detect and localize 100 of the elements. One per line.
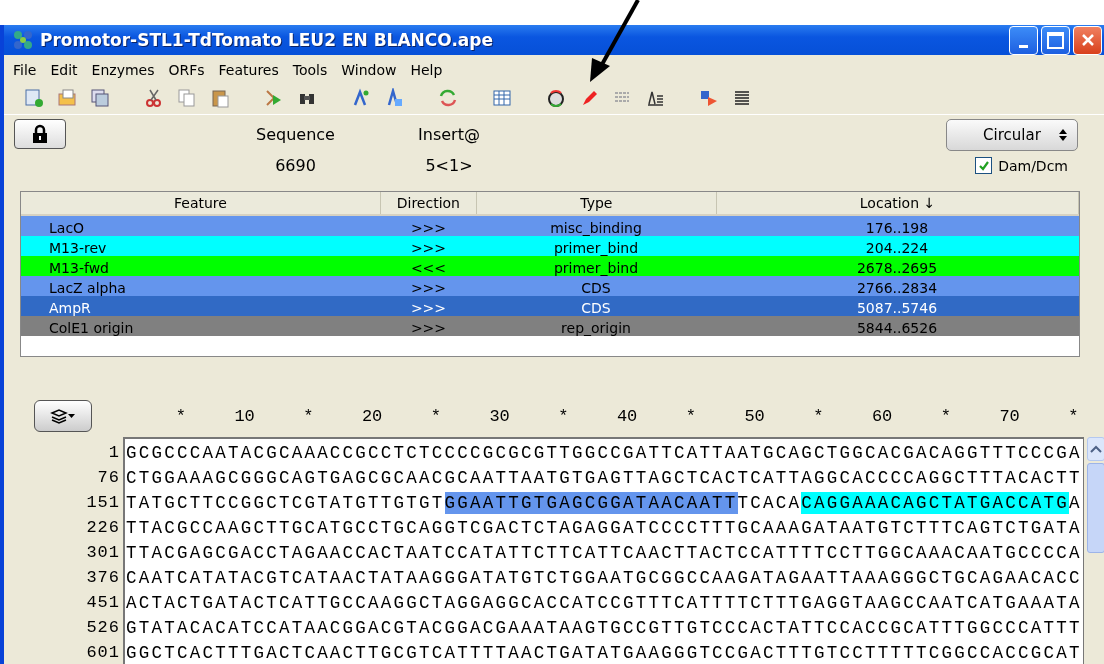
ruler-label: 60	[870, 406, 894, 426]
table-cell-text: >>>	[409, 220, 448, 236]
lines-icon[interactable]	[732, 88, 752, 108]
close-icon	[1079, 32, 1096, 48]
menu-item[interactable]: Edit	[43, 62, 85, 78]
table-cell-text: 5844..6526	[855, 320, 939, 336]
table-icon[interactable]	[492, 88, 512, 108]
menu-item[interactable]: Window	[334, 62, 404, 78]
sequence-text: TCACA	[737, 493, 802, 513]
line-number: 451	[86, 592, 120, 614]
sequence-text: A	[1068, 493, 1082, 513]
sequence-text: TATGCTTCCGGCTCGTATGTTGTGT	[126, 493, 445, 513]
table-cell-text: >>>	[409, 320, 448, 336]
sequence-label: Sequence	[256, 125, 335, 144]
feature-row[interactable]: LacZ alpha >>> CDS 2766..2834	[21, 276, 1079, 296]
sequence-text: ACTACTGATACTCATTGCCAAGGCTAGGAGGCACCATCCGTTTCATTTTCTTTGAGGTAAGCCAATCATGAAATA	[126, 593, 1082, 613]
molecule-icon	[12, 29, 34, 51]
ruler-label: 20	[360, 406, 384, 426]
table-cell-text: 176..198	[864, 220, 930, 236]
ruler-label: *	[812, 406, 825, 426]
ruler-label: *	[557, 406, 570, 426]
menu-item[interactable]: ORFs	[161, 62, 212, 78]
line-number: 1	[108, 442, 120, 464]
table-cell-text: 5087..5746	[855, 300, 939, 316]
table-cell-text: 2766..2834	[855, 280, 939, 296]
sequence-text: GGCTCACTTTGACTCAACTTGCGTCATTTTAACTGATATGAAGGGTCCGACTTTGTCCTTTTTCGGCCACCGCAT	[126, 643, 1082, 663]
table-cell-text: >>>	[409, 280, 448, 296]
menu-item[interactable]: Help	[403, 62, 450, 78]
layers-button[interactable]	[34, 400, 92, 432]
ruler-label: 50	[743, 406, 766, 426]
highlighted-sequence: GGAATTGTGAGCGGATAACAATT	[444, 492, 738, 514]
circle-icon[interactable]	[546, 88, 566, 108]
ruler-label: *	[684, 406, 697, 426]
feature-row[interactable]: AmpR >>> CDS 5087..5746	[21, 296, 1079, 316]
feature-row[interactable]: ColE1 origin >>> rep_origin 5844..6526	[21, 316, 1079, 336]
spinner-icon	[1059, 128, 1067, 142]
window-title: Promotor-STL1-TdTomato LEU2 EN BLANCO.ape	[40, 30, 494, 50]
lock-icon	[32, 124, 48, 144]
ruler-label: *	[939, 406, 952, 426]
ruler-label: *	[174, 406, 187, 426]
column-header[interactable]: Location ↓	[717, 192, 1079, 214]
table-cell-text: >>>	[409, 300, 448, 316]
highlighted-sequence: CAGGAAACAGCTATGACCATG	[801, 492, 1069, 514]
feature-row[interactable]: LacO >>> misc_binding 176..198	[21, 216, 1079, 236]
table-cell-text: AmpR	[48, 300, 92, 316]
column-header[interactable]: Direction	[381, 192, 477, 214]
column-header[interactable]: Feature	[21, 192, 381, 214]
table-cell-text: >>>	[409, 240, 448, 256]
sequence-text: GCGCCCAATACGCAAACCGCCTCTCCCCGCGCGTTGGCCGATTCATTAATGCAGCTGGCACGACAGGTTTCCCGA	[126, 443, 1082, 463]
table-cell-text: primer_bind	[552, 260, 640, 276]
line-number: 601	[86, 642, 120, 664]
table-cell-text: CDS	[580, 300, 612, 316]
menu-item[interactable]: File	[6, 62, 44, 78]
copy-window-icon[interactable]	[90, 88, 110, 108]
paste-icon[interactable]	[210, 88, 230, 108]
scroll-thumb[interactable]	[1087, 463, 1104, 553]
line-number: 526	[86, 617, 120, 639]
sequence-text: GTATACACATCCATAACGGACGTACGGACGAAATAAGTGCCGTTGTCCCACTATTCCACCGCATTTGGCCCATTT	[126, 618, 1082, 638]
table-cell-text: ColE1 origin	[48, 320, 135, 336]
new-file-icon[interactable]	[24, 88, 44, 108]
sequence-text: CTGGAAAGCGGGCAGTGAGCGCAACGCAATTAATGTGAGTTAGCTCACTCATTAGGCACCCCAGGCTTTACACTT	[126, 468, 1082, 488]
table-cell-text: primer_bind	[552, 240, 640, 256]
sequence-text: CAATCATATACGTCATAACTATAAGGGATATGTCTGGAATGCGGCCAAGATAGAATTAAAGGGCTGCAGAACACC	[126, 568, 1082, 588]
minimize-icon	[1019, 44, 1028, 48]
layers-icon	[50, 408, 76, 424]
table-cell-text: <<<	[409, 260, 448, 276]
table-cell-text: rep_origin	[560, 320, 632, 336]
insert-label: Insert@	[418, 125, 480, 144]
ruler-label: *	[302, 406, 315, 426]
letter-a-icon[interactable]	[351, 88, 371, 108]
line-number: 376	[86, 567, 120, 589]
topology-dropdown[interactable]: Circular	[946, 119, 1078, 151]
ruler-label: 10	[233, 406, 256, 426]
table-cell-text: misc_binding	[549, 220, 643, 236]
ruler-label: 40	[615, 406, 639, 426]
column-header[interactable]: Type	[476, 192, 718, 214]
feature-row[interactable]: M13-fwd <<< primer_bind 2678..2695	[21, 256, 1079, 276]
menu-item[interactable]: Enzymes	[84, 62, 162, 78]
minimize-button[interactable]	[1009, 25, 1038, 55]
menu-item[interactable]: Tools	[285, 62, 335, 78]
ruler-label: 30	[488, 406, 511, 426]
sequence-length: 6690	[275, 156, 316, 175]
scissors-icon[interactable]	[144, 88, 164, 108]
recycle-icon[interactable]	[438, 88, 458, 108]
close-button[interactable]	[1073, 25, 1102, 55]
lock-button[interactable]	[14, 119, 66, 149]
ruler-label: 70	[998, 406, 1021, 426]
checkbox[interactable]	[975, 157, 993, 174]
table-cell-text: M13-fwd	[48, 260, 110, 276]
table-cell-text: LacZ alpha	[48, 280, 127, 296]
ruler-label: *	[1067, 406, 1080, 426]
line-number: 226	[86, 517, 120, 539]
sequence-text: TTACGAGCGACCTAGAACCACTAATCCATATTCTTCATTCAACTTACTCCATTTTCCTTGGCAAACAATGCCCCA	[126, 543, 1082, 563]
table-cell-text: CDS	[580, 280, 612, 296]
table-cell-text: LacO	[48, 220, 86, 236]
line-number: 76	[97, 467, 120, 489]
open-folder-icon[interactable]	[57, 88, 77, 108]
maximize-button[interactable]	[1041, 25, 1070, 55]
feature-row[interactable]: M13-rev >>> primer_bind 204..224	[21, 236, 1079, 256]
menu-item[interactable]: Features	[211, 62, 286, 78]
